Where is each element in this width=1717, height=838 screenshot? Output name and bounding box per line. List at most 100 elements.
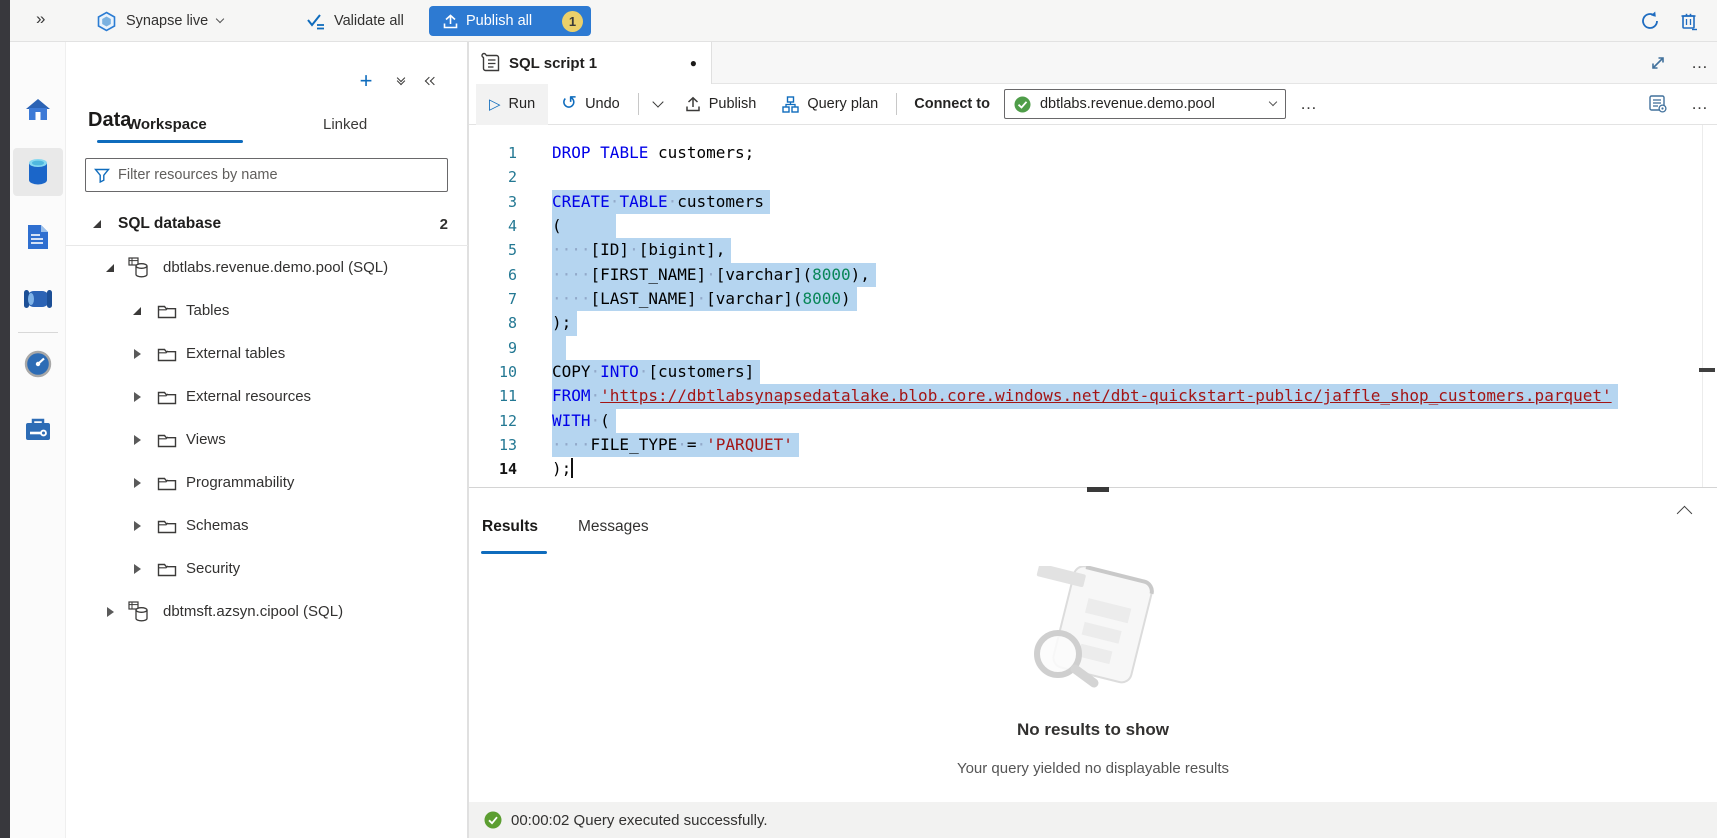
text-cursor	[571, 458, 573, 478]
refresh-button[interactable]	[1637, 8, 1663, 34]
editor-code[interactable]: DROP TABLE customers; CREATE·TABLE·custom…	[552, 125, 1717, 487]
code-line[interactable]: ····[ID]·[bigint],	[552, 238, 1717, 262]
collapse-panel-button[interactable]	[418, 68, 444, 94]
line-number: 9	[469, 336, 531, 360]
expand-rail-icon[interactable]: »	[36, 9, 45, 29]
selected-code-segment: ····[LAST_NAME]·[varchar](8000)	[552, 287, 857, 311]
caret-expanded-icon[interactable]	[90, 220, 104, 228]
tree-item-label: Tables	[186, 302, 229, 319]
tree-item[interactable]: dbtlabs.revenue.demo.pool (SQL)	[66, 246, 468, 289]
code-line[interactable]: DROP TABLE customers;	[552, 141, 1717, 165]
selected-code-segment: ····[FIRST_NAME]·[varchar](8000),	[552, 263, 876, 287]
editor-scrollbar-thumb[interactable]	[1699, 368, 1715, 372]
chevron-down-icon	[1269, 98, 1277, 106]
tree-item[interactable]: Programmability	[66, 461, 468, 504]
code-line[interactable]: (	[552, 214, 1717, 238]
develop-icon	[26, 223, 50, 251]
toolbar-more-button[interactable]: …	[1294, 94, 1324, 114]
folder-icon	[157, 432, 177, 448]
tree-item[interactable]: External tables	[66, 332, 468, 375]
nav-data[interactable]	[13, 148, 63, 196]
add-resource-button[interactable]: +	[353, 68, 379, 94]
editor-scrollbar[interactable]	[1702, 125, 1703, 487]
unsaved-dot-icon: ●	[690, 56, 697, 70]
code-editor[interactable]: 1234567891011121314 DROP TABLE customers…	[469, 125, 1717, 487]
run-button[interactable]: ▷ Run	[476, 84, 548, 125]
caret-expanded-icon[interactable]	[130, 307, 144, 315]
code-line[interactable]: WITH·(	[552, 409, 1717, 433]
connection-dropdown[interactable]: dbtlabs.revenue.demo.pool	[1004, 89, 1286, 119]
properties-button[interactable]	[1645, 91, 1671, 117]
nav-integrate[interactable]	[13, 275, 63, 323]
tree-item[interactable]: Views	[66, 418, 468, 461]
undo-split-button[interactable]	[644, 84, 672, 125]
caret-collapsed-icon[interactable]	[130, 564, 144, 574]
chevron-down-icon	[652, 96, 663, 107]
discard-all-button[interactable]	[1676, 8, 1702, 34]
query-plan-icon	[782, 96, 799, 113]
no-results-illustration	[1018, 566, 1168, 701]
tree-item[interactable]: External resources	[66, 375, 468, 418]
window-edge	[0, 0, 10, 838]
code-line[interactable]: );	[552, 311, 1717, 335]
tab-results[interactable]: Results	[482, 518, 538, 536]
code-line[interactable]: ····[FIRST_NAME]·[varchar](8000),	[552, 263, 1717, 287]
nav-manage[interactable]	[13, 405, 63, 453]
pane-resize-handle[interactable]	[1087, 487, 1109, 492]
code-line[interactable]: FROM·'https://dbtlabsynapsedatalake.blob…	[552, 384, 1717, 408]
status-message: 00:00:02 Query executed successfully.	[511, 812, 768, 829]
connection-name: dbtlabs.revenue.demo.pool	[1040, 96, 1261, 112]
active-tab-underline	[97, 140, 243, 143]
tab-more-button[interactable]: …	[1687, 50, 1713, 76]
tab-sql-script[interactable]: SQL script 1 ●	[469, 42, 712, 84]
code-line[interactable]	[552, 336, 1717, 360]
more-icon: …	[1691, 94, 1709, 114]
tree-item[interactable]: dbtmsft.azsyn.cipool (SQL)	[66, 590, 468, 633]
tree-item-label: External tables	[186, 345, 285, 362]
tree-item[interactable]: Tables	[66, 289, 468, 332]
caret-collapsed-icon[interactable]	[130, 521, 144, 531]
code-line[interactable]: ····[LAST_NAME]·[varchar](8000)	[552, 287, 1717, 311]
nav-monitor[interactable]	[13, 340, 63, 388]
line-number: 8	[469, 311, 531, 335]
publish-button[interactable]: Publish	[672, 84, 770, 125]
caret-collapsed-icon[interactable]	[130, 478, 144, 488]
code-line[interactable]	[552, 165, 1717, 189]
actions-menu-button[interactable]	[388, 68, 414, 94]
caret-collapsed-icon[interactable]	[130, 435, 144, 445]
undo-button[interactable]: ↺ Undo	[548, 84, 633, 125]
collapse-results-button[interactable]	[1667, 496, 1701, 526]
code-line[interactable]: );	[552, 457, 1717, 481]
tab-messages[interactable]: Messages	[578, 518, 649, 536]
code-line[interactable]: CREATE·TABLE·customers	[552, 190, 1717, 214]
tree-item[interactable]: Schemas	[66, 504, 468, 547]
tab-workspace[interactable]: Workspace	[127, 116, 207, 133]
tree-item[interactable]: SQL database2	[66, 203, 468, 246]
validate-all-button[interactable]: Validate all	[306, 0, 404, 42]
mode-selector[interactable]: Synapse live	[96, 0, 223, 42]
nav-develop[interactable]	[13, 213, 63, 261]
query-plan-button[interactable]: Query plan	[769, 84, 891, 125]
selected-code-segment	[552, 336, 566, 360]
caret-collapsed-icon[interactable]	[130, 392, 144, 402]
publish-all-button[interactable]: Publish all 1	[429, 6, 591, 36]
editor-toolbar: ▷ Run ↺ Undo Publish	[469, 84, 1717, 125]
selected-code-segment: COPY·INTO·[customers]	[552, 360, 760, 384]
line-number: 14	[469, 457, 531, 481]
tree-item[interactable]: Security	[66, 547, 468, 590]
caret-collapsed-icon[interactable]	[103, 607, 117, 617]
filter-input[interactable]	[118, 167, 439, 183]
expand-editor-button[interactable]	[1645, 50, 1671, 76]
code-line[interactable]: ····FILE_TYPE·=·'PARQUET'	[552, 433, 1717, 457]
caret-collapsed-icon[interactable]	[130, 349, 144, 359]
synapse-logo-icon	[96, 11, 117, 32]
caret-expanded-icon[interactable]	[103, 264, 117, 272]
selected-code-segment: FROM·'https://dbtlabsynapsedatalake.blob…	[552, 384, 1618, 408]
tree-item-label: Programmability	[186, 474, 294, 491]
toolbar-overflow-button[interactable]: …	[1687, 91, 1713, 117]
nav-home[interactable]	[13, 86, 63, 134]
mode-label: Synapse live	[126, 13, 208, 29]
more-icon: …	[1691, 53, 1709, 73]
code-line[interactable]: COPY·INTO·[customers]	[552, 360, 1717, 384]
tab-linked[interactable]: Linked	[323, 116, 367, 133]
